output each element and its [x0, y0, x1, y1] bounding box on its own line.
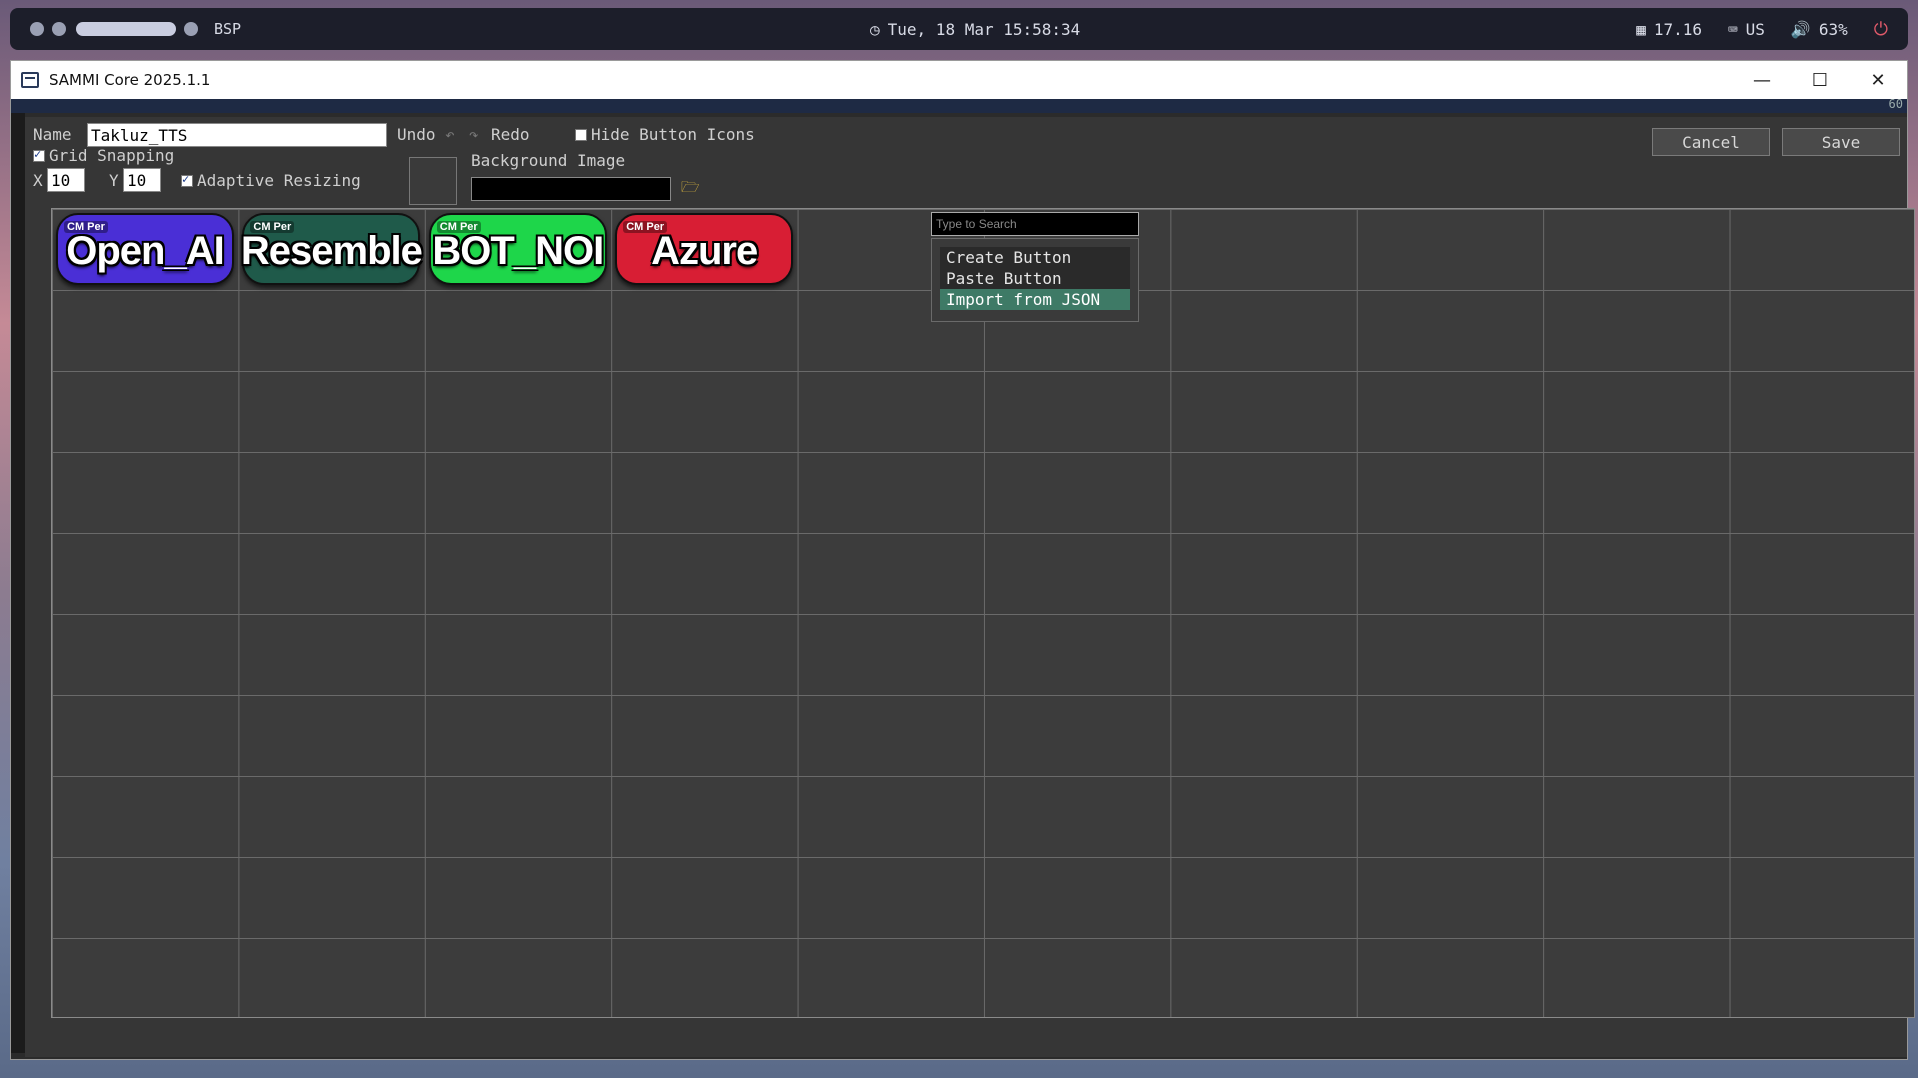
context-menu-item[interactable]: Paste Button	[940, 268, 1130, 289]
system-top-bar: BSP ◷ Tue, 18 Mar 15:58:34 ▦ 17.16 ⌨ US …	[10, 8, 1908, 50]
workspace-dot[interactable]	[184, 22, 198, 36]
context-menu-item[interactable]: Import from JSON	[940, 289, 1130, 310]
workspace-active-pill[interactable]	[76, 22, 176, 36]
redo-button[interactable]: Redo	[491, 125, 530, 144]
layout-mode[interactable]: BSP	[214, 20, 241, 38]
y-label: Y	[109, 171, 119, 190]
name-input[interactable]	[87, 123, 387, 147]
workspace-indicator[interactable]	[22, 22, 198, 36]
grid-snapping-label: Grid Snapping	[49, 146, 175, 165]
memory-text: 17.16	[1653, 19, 1703, 39]
strip-number: 60	[1888, 97, 1903, 111]
deck-grid[interactable]: CM Per Open_AI CM Per Resemble CM Per BOT_NOI…	[51, 208, 1915, 1018]
clock-icon: ◷	[870, 19, 880, 39]
keyboard-widget[interactable]: ⌨ US	[1728, 20, 1765, 39]
clock[interactable]: ◷ Tue, 18 Mar 15:58:34	[870, 8, 1080, 50]
workspace-dot[interactable]	[52, 22, 66, 36]
adaptive-resizing-checkbox[interactable]	[181, 172, 193, 187]
grid-x-input[interactable]	[47, 168, 85, 192]
minimize-button[interactable]: —	[1733, 61, 1791, 99]
memory-widget[interactable]: ▦ 17.16	[1636, 20, 1702, 39]
hide-icons-label: Hide Button Icons	[591, 125, 755, 144]
undo-icon[interactable]: ↶	[445, 125, 455, 144]
cancel-button[interactable]: Cancel	[1652, 128, 1770, 156]
clock-text: Tue, 18 Mar 15:58:34	[887, 19, 1081, 39]
context-menu-item[interactable]: Create Button	[940, 247, 1130, 268]
deck-button-resemble[interactable]: CM Per Resemble	[240, 213, 423, 285]
volume-text: 63%	[1818, 19, 1848, 39]
memory-icon: ▦	[1636, 19, 1646, 39]
background-image-input[interactable]	[471, 177, 671, 201]
deck-button-bot_noi[interactable]: CM Per BOT_NOI	[428, 213, 607, 285]
window-title: SAMMI Core 2025.1.1	[49, 71, 211, 89]
search-input[interactable]: Type to Search	[931, 212, 1139, 236]
app-window: SAMMI Core 2025.1.1 — ☐ ✕ 60 Name Undo ↶…	[10, 60, 1915, 1060]
deck-button-azure[interactable]: CM Per Azure	[615, 213, 794, 285]
volume-widget[interactable]: 🔊 63%	[1791, 20, 1848, 39]
keyboard-text: US	[1745, 19, 1765, 39]
undo-button[interactable]: Undo	[397, 125, 436, 144]
left-sidebar	[11, 113, 25, 1053]
grid-y-input[interactable]	[123, 168, 161, 192]
power-icon[interactable]: ⏻	[1874, 19, 1888, 40]
grid-snapping-checkbox[interactable]	[33, 147, 45, 162]
hide-icons-checkbox[interactable]	[575, 129, 587, 141]
maximize-button[interactable]: ☐	[1791, 61, 1849, 99]
workspace-dot[interactable]	[30, 22, 44, 36]
deck-button-label: Open_AI	[66, 228, 224, 273]
app-icon	[21, 72, 39, 88]
redo-icon[interactable]: ↷	[469, 125, 479, 144]
background-image-label: Background Image	[471, 151, 626, 170]
speaker-icon: 🔊	[1790, 19, 1811, 39]
background-color-swatch[interactable]	[409, 157, 457, 205]
x-label: X	[33, 171, 43, 190]
close-button[interactable]: ✕	[1849, 61, 1907, 99]
deck-button-label: Resemble	[240, 228, 423, 273]
keyboard-icon: ⌨	[1728, 19, 1738, 39]
save-button[interactable]: Save	[1782, 128, 1900, 156]
system-tray: ▦ 17.16 ⌨ US 🔊 63% ⏻	[1636, 8, 1888, 50]
deck-editor-panel: Name Undo ↶ ↷ Redo Hide Button Icons Gri…	[25, 117, 1915, 1057]
name-label: Name	[33, 125, 72, 144]
deck-button-label: BOT_NOI	[432, 228, 604, 273]
title-bar[interactable]: SAMMI Core 2025.1.1 — ☐ ✕	[11, 61, 1907, 99]
context-menu: Create Button Paste Button Import from JSO…	[931, 238, 1139, 322]
background-strip: 60	[11, 97, 1907, 113]
folder-icon[interactable]: 🗁	[681, 177, 701, 197]
deck-button-open_ai[interactable]: CM Per Open_AI	[56, 213, 234, 285]
deck-button-label: Azure	[651, 228, 758, 273]
adaptive-resizing-label: Adaptive Resizing	[197, 171, 361, 190]
